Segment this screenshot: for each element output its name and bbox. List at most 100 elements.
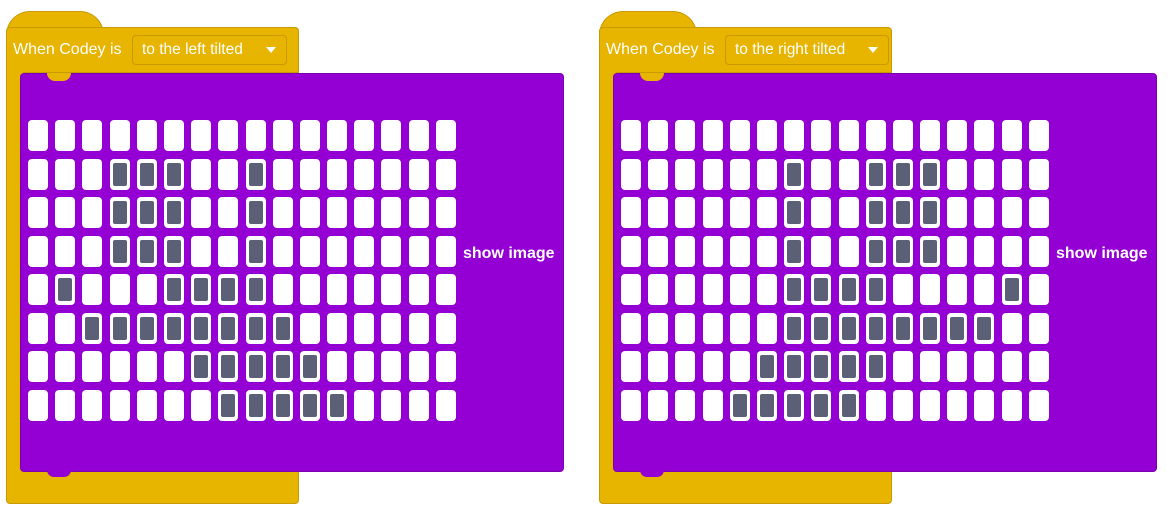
led-pixel-off[interactable] xyxy=(1028,197,1049,228)
led-pixel-off[interactable] xyxy=(191,197,212,228)
event-block-left-tilted[interactable]: When Codey is to the left tilted show im… xyxy=(0,0,580,516)
led-pixel-off[interactable] xyxy=(435,235,456,267)
led-pixel-off[interactable] xyxy=(136,120,157,151)
led-pixel-off[interactable] xyxy=(920,274,941,305)
tilt-direction-dropdown[interactable]: to the left tilted xyxy=(132,35,287,65)
led-pixel-off[interactable] xyxy=(974,274,995,305)
led-pixel-off[interactable] xyxy=(408,312,429,344)
led-pixel-on[interactable] xyxy=(784,389,805,421)
led-pixel-off[interactable] xyxy=(245,120,266,151)
led-pixel-off[interactable] xyxy=(408,235,429,267)
led-pixel-on[interactable] xyxy=(245,158,266,190)
led-pixel-on[interactable] xyxy=(811,351,832,382)
led-pixel-on[interactable] xyxy=(784,351,805,382)
led-pixel-on[interactable] xyxy=(1001,274,1022,305)
led-pixel-off[interactable] xyxy=(28,312,48,344)
led-pixel-off[interactable] xyxy=(55,235,76,267)
led-pixel-on[interactable] xyxy=(920,312,941,344)
led-pixel-off[interactable] xyxy=(675,120,696,151)
led-pixel-on[interactable] xyxy=(811,274,832,305)
led-pixel-off[interactable] xyxy=(163,351,184,382)
led-pixel-off[interactable] xyxy=(28,235,48,267)
led-pixel-off[interactable] xyxy=(28,158,48,190)
led-pixel-off[interactable] xyxy=(892,274,913,305)
led-pixel-off[interactable] xyxy=(675,158,696,190)
led-pixel-off[interactable] xyxy=(55,158,76,190)
led-pixel-off[interactable] xyxy=(327,197,348,228)
led-pixel-off[interactable] xyxy=(1001,120,1022,151)
led-pixel-on[interactable] xyxy=(892,197,913,228)
led-pixel-on[interactable] xyxy=(163,235,184,267)
led-pixel-off[interactable] xyxy=(702,158,723,190)
led-pixel-off[interactable] xyxy=(648,197,669,228)
led-pixel-off[interactable] xyxy=(947,158,968,190)
led-pixel-off[interactable] xyxy=(974,197,995,228)
led-matrix[interactable] xyxy=(28,120,456,421)
led-pixel-off[interactable] xyxy=(621,158,641,190)
led-pixel-on[interactable] xyxy=(163,312,184,344)
led-pixel-off[interactable] xyxy=(702,312,723,344)
led-pixel-off[interactable] xyxy=(272,158,293,190)
led-pixel-off[interactable] xyxy=(811,158,832,190)
led-pixel-off[interactable] xyxy=(1028,120,1049,151)
led-pixel-off[interactable] xyxy=(55,197,76,228)
led-pixel-on[interactable] xyxy=(272,312,293,344)
led-pixel-off[interactable] xyxy=(1028,158,1049,190)
led-pixel-off[interactable] xyxy=(408,120,429,151)
led-pixel-off[interactable] xyxy=(920,351,941,382)
led-pixel-off[interactable] xyxy=(191,389,212,421)
led-pixel-on[interactable] xyxy=(784,235,805,267)
led-pixel-off[interactable] xyxy=(136,351,157,382)
led-pixel-on[interactable] xyxy=(109,158,130,190)
led-pixel-on[interactable] xyxy=(838,274,859,305)
led-pixel-off[interactable] xyxy=(299,312,320,344)
led-pixel-off[interactable] xyxy=(729,351,750,382)
led-pixel-off[interactable] xyxy=(729,158,750,190)
led-pixel-off[interactable] xyxy=(408,197,429,228)
led-pixel-off[interactable] xyxy=(974,235,995,267)
led-pixel-off[interactable] xyxy=(218,235,239,267)
led-pixel-off[interactable] xyxy=(354,197,375,228)
led-pixel-off[interactable] xyxy=(327,235,348,267)
led-pixel-on[interactable] xyxy=(838,351,859,382)
led-pixel-off[interactable] xyxy=(974,389,995,421)
led-pixel-off[interactable] xyxy=(648,120,669,151)
led-pixel-on[interactable] xyxy=(811,312,832,344)
led-pixel-off[interactable] xyxy=(838,158,859,190)
led-pixel-off[interactable] xyxy=(272,235,293,267)
led-pixel-off[interactable] xyxy=(218,120,239,151)
led-pixel-off[interactable] xyxy=(381,351,402,382)
led-pixel-off[interactable] xyxy=(327,158,348,190)
led-pixel-on[interactable] xyxy=(784,274,805,305)
led-pixel-off[interactable] xyxy=(1028,235,1049,267)
led-pixel-off[interactable] xyxy=(381,389,402,421)
led-pixel-off[interactable] xyxy=(299,120,320,151)
led-pixel-off[interactable] xyxy=(838,120,859,151)
led-pixel-off[interactable] xyxy=(702,235,723,267)
led-pixel-on[interactable] xyxy=(947,312,968,344)
led-pixel-off[interactable] xyxy=(675,312,696,344)
led-pixel-on[interactable] xyxy=(784,197,805,228)
led-pixel-on[interactable] xyxy=(272,351,293,382)
led-pixel-on[interactable] xyxy=(109,197,130,228)
led-pixel-off[interactable] xyxy=(838,197,859,228)
led-matrix[interactable] xyxy=(621,120,1049,421)
led-pixel-on[interactable] xyxy=(191,351,212,382)
led-pixel-off[interactable] xyxy=(354,120,375,151)
led-pixel-off[interactable] xyxy=(327,312,348,344)
led-pixel-off[interactable] xyxy=(756,274,777,305)
led-pixel-off[interactable] xyxy=(82,235,103,267)
led-pixel-off[interactable] xyxy=(435,120,456,151)
led-pixel-off[interactable] xyxy=(55,351,76,382)
led-pixel-off[interactable] xyxy=(729,235,750,267)
led-pixel-on[interactable] xyxy=(729,389,750,421)
led-pixel-on[interactable] xyxy=(299,389,320,421)
led-pixel-off[interactable] xyxy=(354,351,375,382)
led-pixel-on[interactable] xyxy=(109,312,130,344)
led-pixel-on[interactable] xyxy=(218,312,239,344)
led-pixel-off[interactable] xyxy=(756,312,777,344)
led-pixel-on[interactable] xyxy=(218,351,239,382)
led-pixel-on[interactable] xyxy=(865,158,886,190)
led-pixel-on[interactable] xyxy=(327,389,348,421)
led-pixel-off[interactable] xyxy=(756,197,777,228)
